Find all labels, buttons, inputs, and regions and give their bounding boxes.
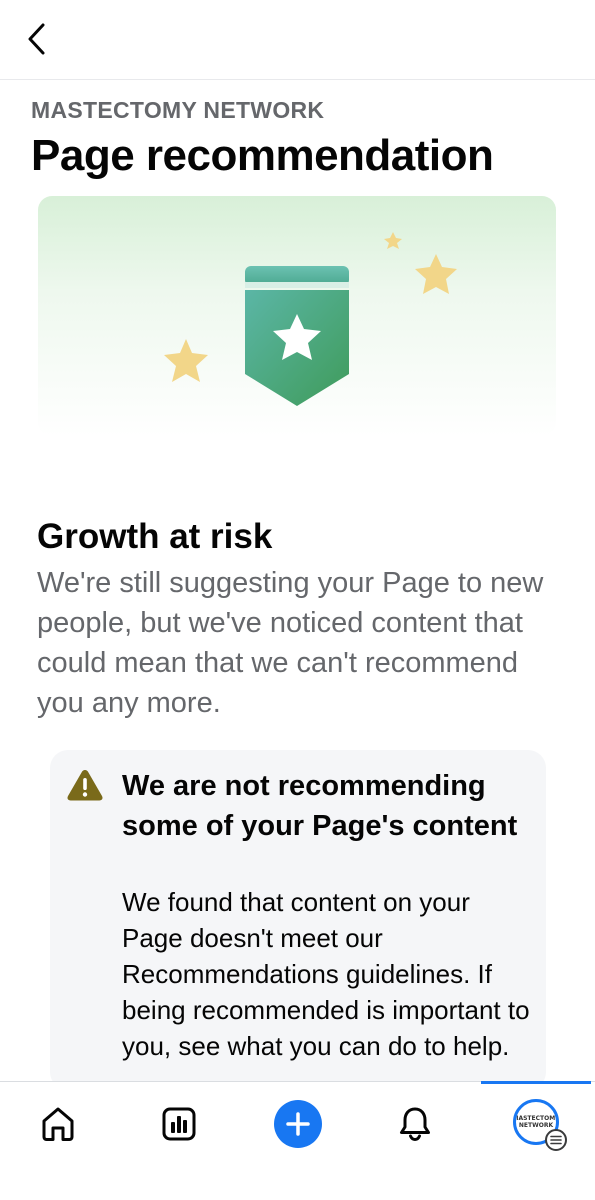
page-name: MASTECTOMY NETWORK	[31, 97, 325, 123]
insights-icon	[162, 1107, 196, 1141]
recommendation-banner	[38, 196, 556, 436]
top-bar	[0, 0, 595, 80]
create-button[interactable]	[274, 1100, 322, 1148]
bottom-tab-bar: MASTECTOMY NETWORK	[0, 1081, 595, 1200]
ribbon-star-icon	[245, 266, 349, 406]
tab-profile-menu[interactable]: MASTECTOMY NETWORK	[512, 1099, 567, 1151]
tab-home[interactable]	[34, 1100, 82, 1148]
menu-badge-icon	[545, 1129, 567, 1151]
star-icon	[164, 339, 208, 382]
chevron-left-icon	[28, 23, 45, 55]
banner-illustration	[164, 232, 457, 406]
notice-body: We found that content on your Page doesn…	[122, 887, 530, 1061]
page-title: Page recommendation	[31, 131, 494, 180]
active-tab-indicator	[481, 1081, 591, 1084]
tab-create[interactable]	[274, 1100, 322, 1148]
star-icon	[415, 254, 457, 294]
star-icon	[384, 232, 402, 249]
notice-title: We are not recommending some of your Pag…	[122, 770, 518, 842]
bell-icon	[400, 1107, 430, 1142]
home-icon	[42, 1107, 74, 1141]
status-title: Growth at risk	[37, 517, 273, 556]
profile-menu-icon: MASTECTOMY NETWORK	[513, 1099, 567, 1151]
notice-card[interactable]: We are not recommending some of your Pag…	[50, 750, 546, 1090]
tab-notifications[interactable]	[391, 1100, 439, 1148]
back-button[interactable]	[20, 22, 54, 56]
status-description: We're still suggesting your Page to new …	[37, 567, 544, 719]
avatar-text: MASTECTOMY NETWORK	[513, 1115, 559, 1129]
warning-icon	[67, 770, 103, 801]
create-plus-icon	[286, 1112, 310, 1136]
tab-insights[interactable]	[155, 1100, 203, 1148]
